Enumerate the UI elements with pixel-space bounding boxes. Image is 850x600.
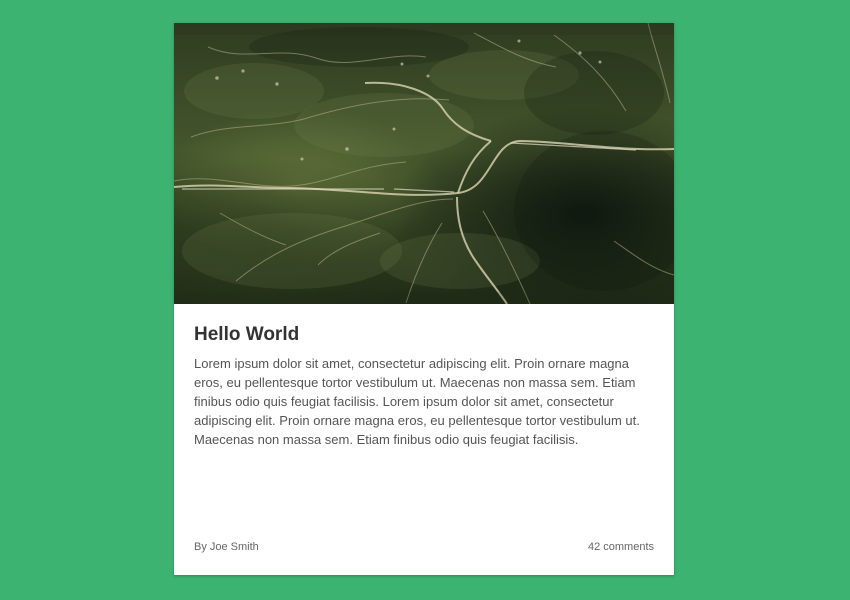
article-card: Hello World Lorem ipsum dolor sit amet, … <box>174 23 674 575</box>
author-label: By Joe Smith <box>194 541 259 553</box>
card-body-text: Lorem ipsum dolor sit amet, consectetur … <box>194 356 640 447</box>
card-footer: By Joe Smith 42 comments <box>194 540 654 554</box>
card-content: Hello World Lorem ipsum dolor sit amet, … <box>194 323 654 449</box>
comments-link[interactable]: 42 comments <box>588 540 654 554</box>
card-image <box>174 23 674 304</box>
card-title: Hello World <box>194 324 300 345</box>
